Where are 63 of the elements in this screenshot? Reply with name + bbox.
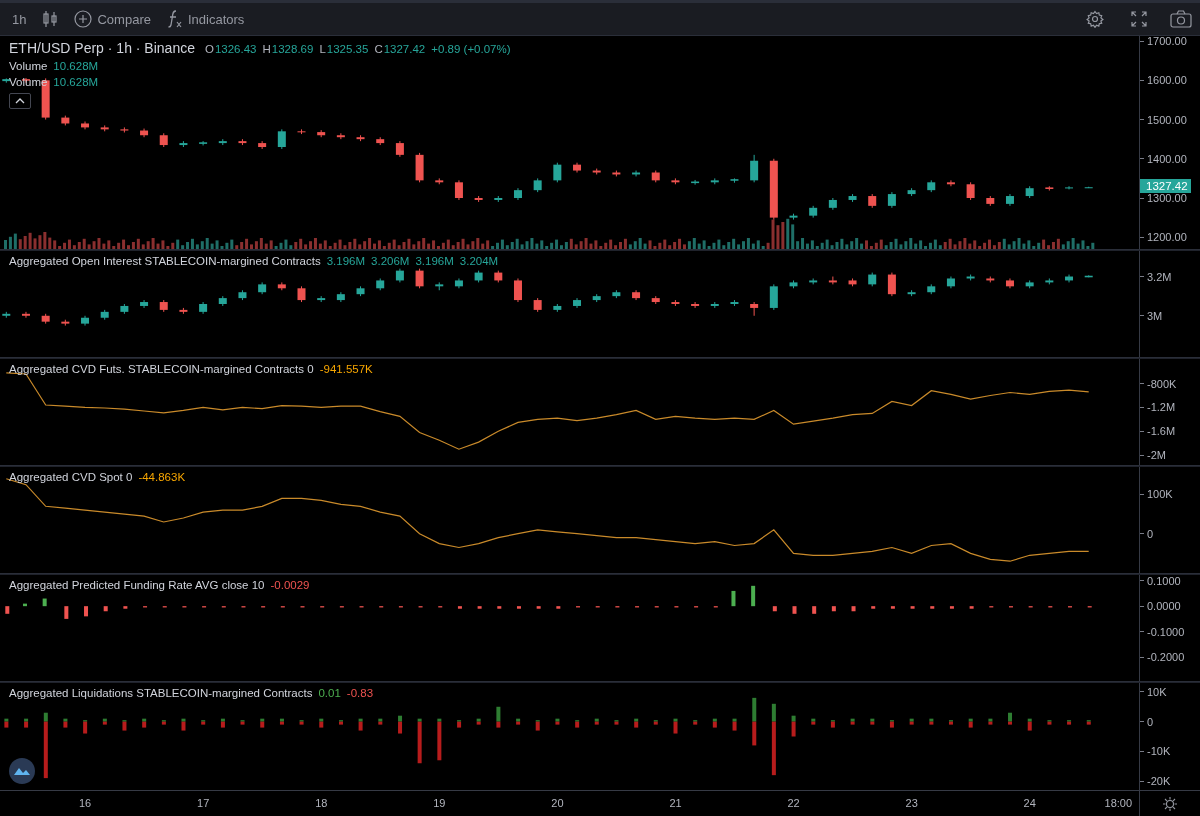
ohlc-value: 1327.42 — [383, 43, 426, 55]
study-value: 10.628M — [53, 76, 99, 88]
ohlc-label: H — [262, 43, 271, 55]
ohlc-label: O — [204, 43, 214, 55]
axis-label: -1.2M — [1147, 401, 1176, 414]
last-price-label: 1327.42 — [1140, 179, 1191, 194]
price-change: +0.89 (+0.07%) — [431, 43, 511, 55]
ohlc-value: 1328.69 — [271, 43, 314, 55]
time-label: 22 — [787, 797, 800, 809]
axis-label: 0.1000 — [1147, 574, 1181, 587]
indicator-value: 3.204M — [459, 255, 499, 267]
axis-label: -0.1000 — [1147, 625, 1185, 638]
axis-label: 0 — [1147, 715, 1154, 728]
ohlc-value: 1326.43 — [214, 43, 257, 55]
indicator-value: -0.0029 — [270, 579, 310, 591]
time-label: 18 — [315, 797, 328, 809]
axis-label: -20K — [1147, 775, 1171, 788]
axis-label: 1300.00 — [1147, 192, 1187, 204]
axis-label: -800K — [1147, 377, 1177, 390]
axis-label: 10K — [1147, 685, 1167, 698]
time-label: 23 — [905, 797, 918, 809]
indicators-button[interactable]: Indicators — [160, 5, 251, 33]
compare-button[interactable]: Compare — [68, 6, 157, 32]
ohlc-value: 1325.35 — [326, 43, 369, 55]
interval-button[interactable]: 1h — [6, 7, 33, 31]
indicator-value: 0.01 — [318, 687, 341, 699]
ohlc-label: C — [374, 43, 383, 55]
ohlc-label: L — [319, 43, 326, 55]
indicator-value: 3.196M — [415, 255, 454, 267]
time-label: 18:00 — [1104, 797, 1133, 809]
axis-label: 3M — [1147, 309, 1163, 322]
time-label: 20 — [551, 797, 564, 809]
study-value: 10.628M — [53, 60, 99, 72]
axis-label: 1400.00 — [1147, 152, 1187, 165]
study-name[interactable]: Volume — [9, 60, 48, 72]
axis-label: 1500.00 — [1147, 113, 1187, 126]
axis-label: -2M — [1147, 449, 1166, 462]
axis-label: 3.2M — [1147, 270, 1172, 283]
axis-label: -10K — [1147, 745, 1171, 758]
axis-label: -0.2000 — [1147, 651, 1185, 663]
indicator-title[interactable]: Aggregated CVD Spot 0 — [9, 471, 133, 483]
indicator-value: 3.206M — [371, 255, 410, 267]
time-label: 16 — [79, 797, 92, 809]
time-label: 19 — [433, 797, 446, 809]
indicator-value: -44.863K — [138, 471, 186, 483]
indicator-title[interactable]: Aggregated Predicted Funding Rate AVG close 10 — [9, 579, 265, 591]
time-label: 21 — [669, 797, 682, 809]
symbol-title: ETH/USD Perp · 1h · Binance — [9, 40, 195, 56]
indicator-value: -0.83 — [346, 687, 374, 699]
indicator-value: -941.557K — [319, 363, 373, 375]
indicator-title[interactable]: Aggregated Liquidations STABLECOIN-margined Contracts — [9, 687, 313, 699]
indicator-value: 3.196M — [326, 255, 366, 267]
axis-label: 1200.00 — [1147, 231, 1187, 244]
indicator-title[interactable]: Aggregated Open Interest STABLECOIN-margined Contracts — [9, 255, 321, 267]
axis-label: 0 — [1147, 527, 1154, 540]
axis-label: 0.0000 — [1147, 600, 1181, 613]
time-label: 17 — [197, 797, 210, 809]
axis-label: -1.6M — [1147, 425, 1176, 438]
axis-label: 1600.00 — [1147, 74, 1187, 87]
axis-label: 1700.00 — [1147, 35, 1187, 48]
indicator-title[interactable]: Aggregated CVD Futs. STABLECOIN-margined Contracts 0 — [9, 363, 314, 375]
axis-label: 100K — [1147, 488, 1173, 501]
time-label: 24 — [1023, 797, 1036, 809]
